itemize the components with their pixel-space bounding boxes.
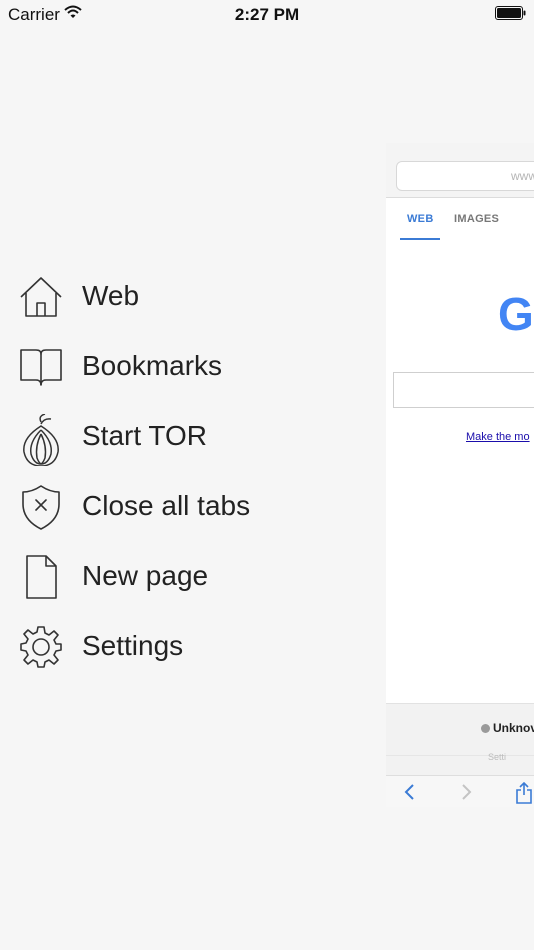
menu-item-label: Web [82, 280, 140, 311]
footer-status-text: Unknov [493, 721, 534, 735]
menu-item-label: Bookmarks [82, 350, 223, 381]
menu-item-start-tor[interactable]: Start TOR [0, 406, 360, 467]
menu-item-close-all-tabs[interactable]: Close all tabs [0, 476, 360, 536]
address-bar-area: www [386, 143, 534, 198]
menu-item-settings[interactable]: Settings [0, 616, 360, 676]
document-icon [18, 554, 64, 600]
menu-item-label: Settings [82, 630, 184, 661]
menu-item-web[interactable]: Web [0, 266, 360, 326]
menu-item-label: Start TOR [82, 420, 208, 451]
search-logo: G [498, 288, 534, 340]
homepage-link[interactable]: Make the mo [466, 431, 530, 443]
onion-icon [18, 413, 64, 467]
forward-icon[interactable] [456, 782, 476, 802]
footer-settings-link[interactable]: Setti [488, 752, 506, 762]
active-tab-indicator [400, 238, 440, 240]
book-icon [18, 344, 64, 390]
gear-icon [18, 624, 64, 670]
back-icon[interactable] [400, 782, 420, 802]
battery-icon [495, 6, 527, 25]
browser-preview[interactable]: www WEB IMAGES G Make the mo Unknov Sett… [386, 143, 534, 807]
search-input[interactable] [393, 372, 534, 408]
home-icon [18, 274, 64, 320]
url-text: www [511, 169, 534, 183]
shield-x-icon [18, 484, 64, 530]
menu-item-label: New page [82, 560, 209, 591]
tab-images[interactable]: IMAGES [454, 213, 499, 225]
browser-toolbar [386, 775, 534, 807]
tab-web[interactable]: WEB [407, 213, 434, 225]
menu-item-label: Close all tabs [82, 490, 251, 521]
share-icon[interactable] [514, 781, 534, 804]
menu-item-new-page[interactable]: New page [0, 546, 360, 606]
footer-status-area: Unknov [386, 703, 534, 756]
clock: 2:27 PM [234, 5, 300, 24]
status-bar: Carrier 2:27 PM [0, 0, 534, 30]
menu-item-bookmarks[interactable]: Bookmarks [0, 336, 360, 396]
status-dot [481, 724, 490, 733]
url-field[interactable]: www [396, 161, 534, 191]
